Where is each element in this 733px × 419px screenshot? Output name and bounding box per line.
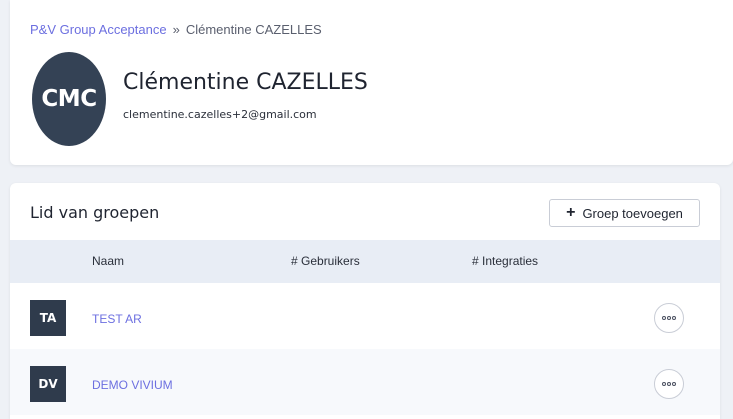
group-name-link[interactable]: DEMO VIVIUM (92, 378, 173, 392)
more-options-button[interactable] (654, 369, 684, 399)
breadcrumb-current: Clémentine CAZELLES (185, 22, 322, 37)
column-header-name[interactable]: Naam (92, 254, 124, 268)
plus-icon: + (566, 204, 576, 221)
column-header-users[interactable]: # Gebruikers (291, 254, 360, 268)
more-options-button[interactable] (654, 303, 684, 333)
groups-section-title: Lid van groepen (30, 203, 160, 222)
groups-card: Lid van groepen + Groep toevoegen Naam #… (10, 183, 720, 419)
group-name-link[interactable]: TEST AR (92, 312, 142, 326)
more-options-icon (662, 316, 677, 320)
more-options-icon (662, 382, 677, 386)
table-header: Naam # Gebruikers # Integraties (10, 240, 720, 283)
breadcrumb-separator: » (172, 22, 180, 37)
add-group-button[interactable]: + Groep toevoegen (549, 199, 700, 227)
add-group-button-label: Groep toevoegen (582, 205, 683, 221)
user-email: clementine.cazelles+2@gmail.com (123, 108, 317, 121)
table-row: TA TEST AR (10, 283, 720, 349)
page-title: Clémentine CAZELLES (123, 70, 368, 95)
avatar: CMC (32, 52, 106, 146)
breadcrumb: P&V Group Acceptance » Clémentine CAZELLES (30, 22, 322, 37)
page: P&V Group Acceptance » Clémentine CAZELLES… (0, 0, 733, 419)
group-badge: DV (30, 366, 66, 402)
group-badge: TA (30, 300, 66, 336)
breadcrumb-parent-link[interactable]: P&V Group Acceptance (30, 22, 167, 37)
column-header-integrations[interactable]: # Integraties (472, 254, 538, 268)
user-header-card: P&V Group Acceptance » Clémentine CAZELLES… (10, 0, 733, 165)
table-row: DV DEMO VIVIUM (10, 349, 720, 415)
